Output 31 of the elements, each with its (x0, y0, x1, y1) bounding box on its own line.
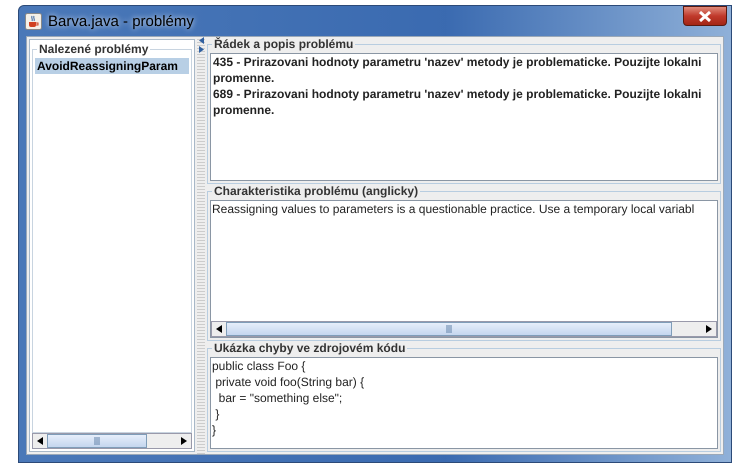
code-line: } (214, 406, 220, 422)
close-icon (699, 10, 711, 22)
description-text: Reassigning values to parameters is a questionable practice. Use a temporary local variabl (211, 201, 696, 217)
code-line: private void foo(String bar) { (214, 374, 366, 390)
code-area[interactable]: public class Foo { private void foo(String bar) { bar = "something else"; } } (210, 357, 718, 449)
group-title: Řádek a popis problému (212, 37, 356, 51)
grip-icon (446, 325, 452, 333)
right-arrow-icon[interactable] (706, 325, 712, 333)
problem-lines-area[interactable]: 435 - Prirazovani hodnoty parametru 'nazev' metody je problematicke. Pouzijte lokalni promenne. 689 - Prirazovani hodnoty parametru 'nazev' metody je problematicke. Pouzijte lokalni promenne. (210, 53, 718, 181)
group-title: Nalezené problémy (37, 42, 150, 56)
collapse-arrows-icon[interactable] (198, 37, 204, 53)
scrollbar-thumb[interactable] (226, 322, 672, 336)
problem-list-item[interactable]: AvoidReassigningParam (35, 58, 189, 74)
scrollbar-thumb[interactable] (47, 434, 147, 448)
right-arrow-icon[interactable] (181, 437, 187, 445)
left-arrow-icon[interactable] (37, 437, 43, 445)
code-line: public class Foo { (211, 358, 306, 374)
code-line: } (211, 422, 218, 438)
coffee-cup-icon (25, 12, 42, 30)
group-title: Ukázka chyby ve zdrojovém kódu (212, 341, 408, 355)
left-arrow-icon[interactable] (216, 325, 222, 333)
problem-line: 435 - Prirazovani hodnoty parametru 'nazev' metody je problematicke. Pouzijte lokalni promenne. (212, 54, 703, 86)
horizontal-scrollbar[interactable] (32, 433, 192, 449)
grip-icon (94, 437, 100, 445)
horizontal-scrollbar[interactable] (211, 321, 717, 337)
window-title: Barva.java - problémy (48, 12, 194, 30)
close-button[interactable] (683, 6, 727, 26)
code-line: bar = "something else"; (218, 390, 344, 406)
problem-line: 689 - Prirazovani hodnoty parametru 'nazev' metody je problematicke. Pouzijte lokalni promenne. (212, 86, 703, 118)
group-title: Charakteristika problému (anglicky) (212, 184, 420, 198)
description-area[interactable]: Reassigning values to parameters is a questionable practice. Use a temporary local variabl (210, 200, 718, 338)
